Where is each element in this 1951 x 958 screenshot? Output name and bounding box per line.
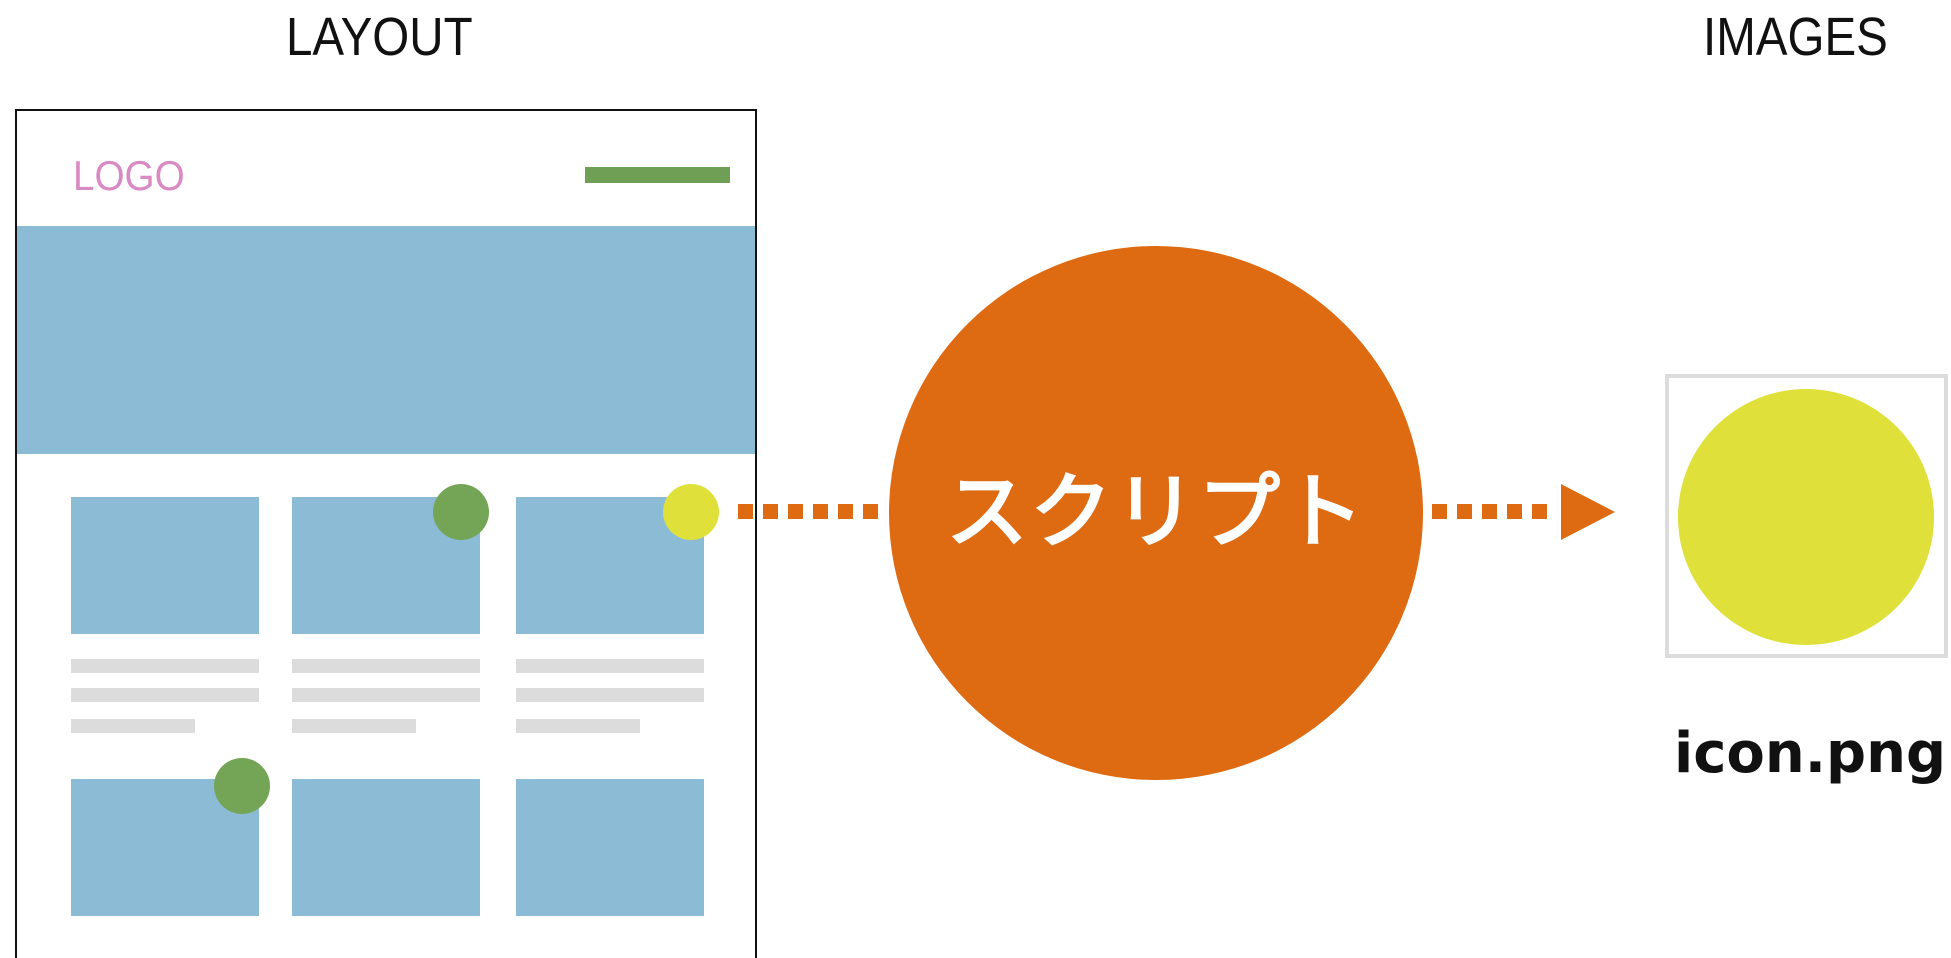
wireframe-text-line — [292, 688, 480, 702]
script-process-circle: スクリプト — [889, 246, 1423, 780]
wireframe-text-line — [292, 719, 416, 733]
layout-heading: LAYOUT — [286, 7, 473, 67]
wireframe-text-line — [516, 688, 704, 702]
wireframe-text-line — [516, 719, 640, 733]
dotted-connector — [1432, 504, 1447, 519]
dotted-connector — [788, 504, 803, 519]
dotted-connector — [1457, 504, 1472, 519]
wireframe-text-line — [516, 659, 704, 673]
script-label: スクリプト — [945, 465, 1366, 560]
wireframe-card — [292, 779, 480, 916]
dotted-connector — [863, 504, 878, 519]
dotted-connector — [1482, 504, 1497, 519]
dotted-connector — [738, 504, 753, 519]
wireframe-nav-bar — [585, 167, 730, 183]
yellow-icon-marker — [663, 484, 719, 540]
images-heading: IMAGES — [1703, 7, 1888, 67]
output-filename: icon.png — [1674, 721, 1947, 786]
wireframe-text-line — [292, 659, 480, 673]
wireframe-card — [71, 497, 259, 634]
wireframe-hero-block — [17, 226, 755, 454]
output-icon-image — [1678, 389, 1934, 645]
dotted-connector — [1507, 504, 1522, 519]
green-icon-marker — [433, 484, 489, 540]
wireframe-logo: LOGO — [73, 152, 185, 199]
dotted-connector — [838, 504, 853, 519]
wireframe-card — [516, 779, 704, 916]
green-icon-marker — [214, 758, 270, 814]
wireframe-text-line — [71, 659, 259, 673]
dotted-connector — [1532, 504, 1547, 519]
dotted-connector — [763, 504, 778, 519]
arrow-head-icon — [1561, 484, 1615, 540]
dotted-connector — [813, 504, 828, 519]
wireframe-text-line — [71, 688, 259, 702]
wireframe-text-line — [71, 719, 195, 733]
